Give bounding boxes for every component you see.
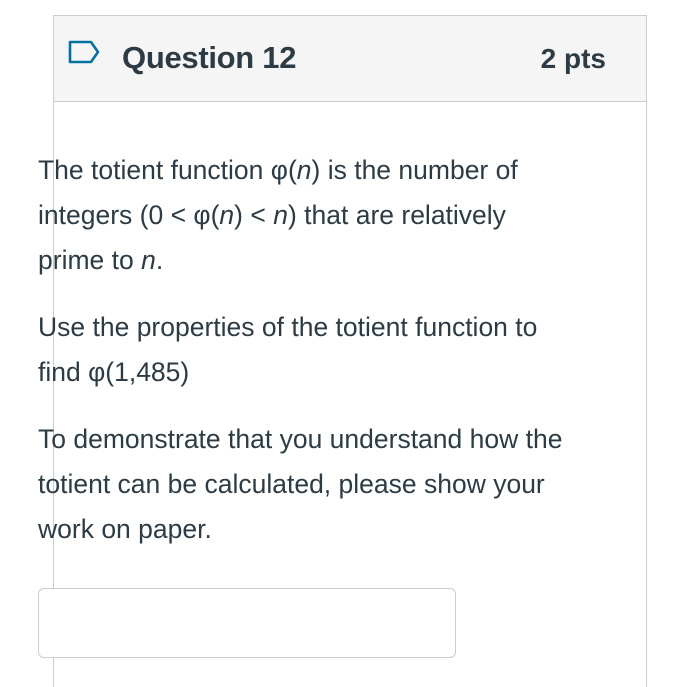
question-paragraph-instructions: To demonstrate that you understand how t… [38,424,563,544]
question-paragraph-task: Use the properties of the totient functi… [38,312,538,387]
question-text: The totient function φ(n) is the number … [38,148,563,574]
flag-icon[interactable] [68,40,100,64]
question-title: Question 12 [122,40,297,75]
answer-input[interactable] [38,588,456,658]
question-points: 2 pts [540,43,606,74]
question-paragraph-definition: The totient function φ(n) is the number … [38,155,518,275]
question-header: Question 12 2 pts [54,16,646,102]
